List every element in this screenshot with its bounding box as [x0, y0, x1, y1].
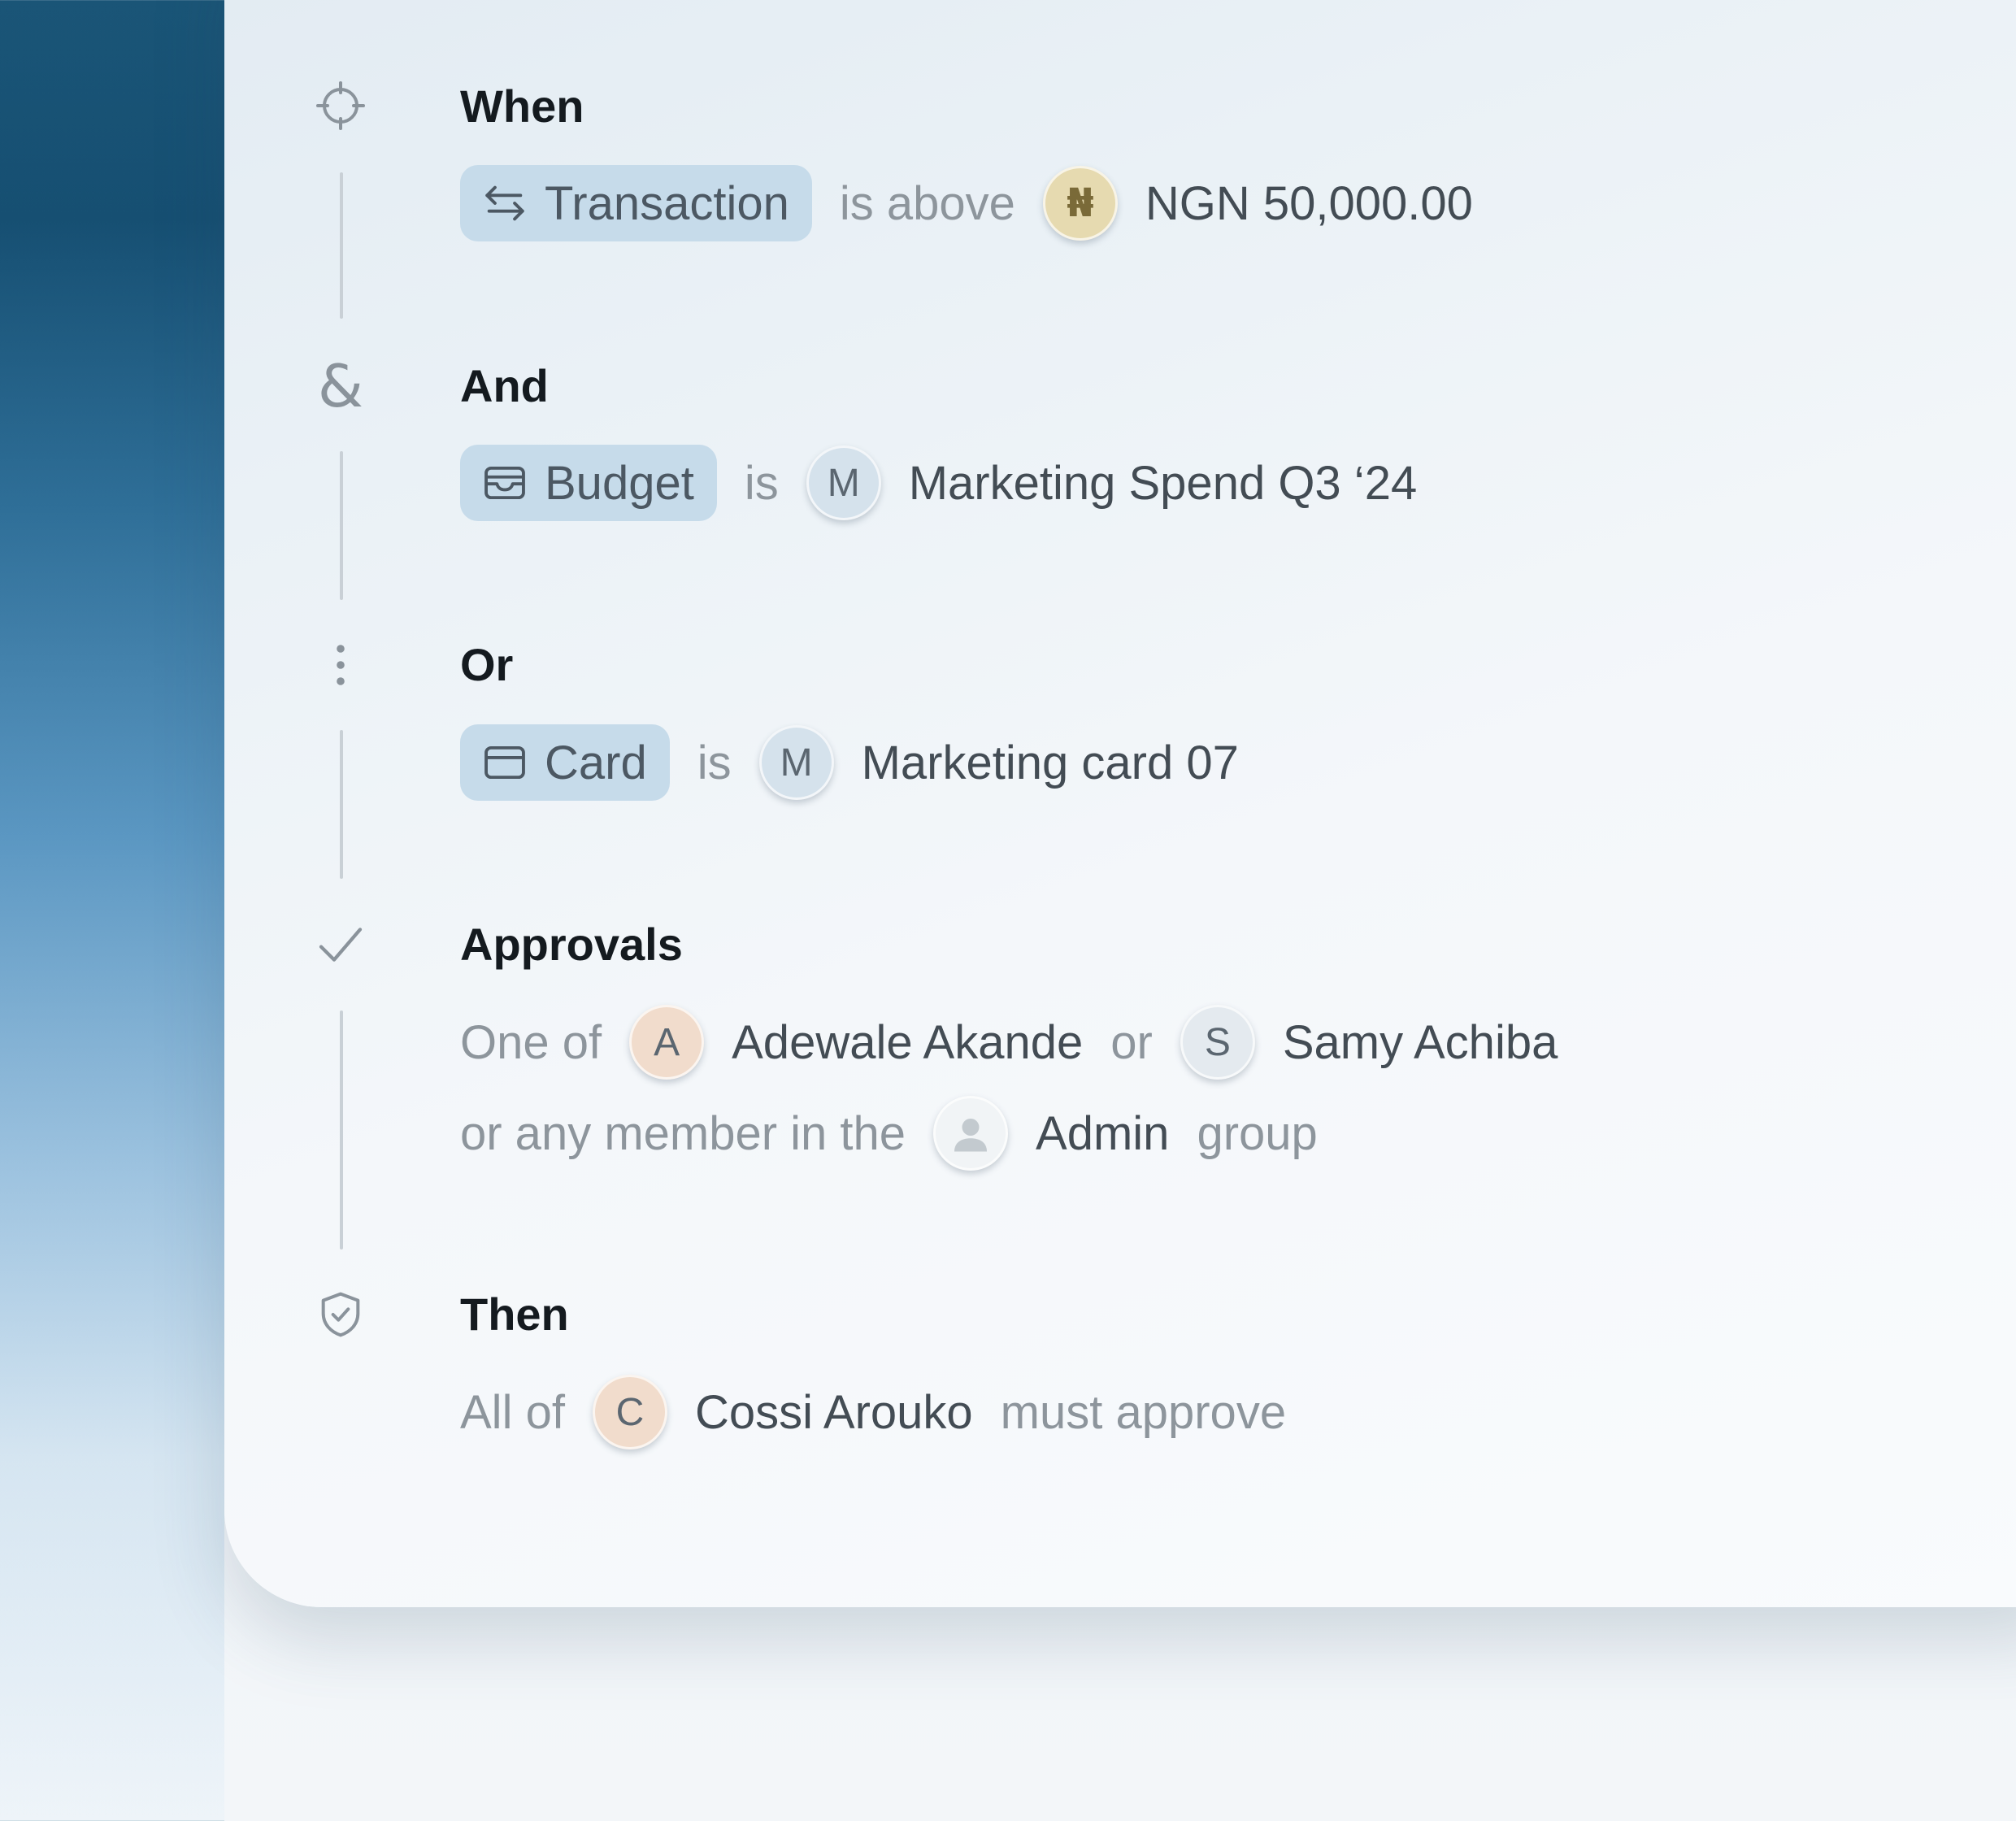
approver-name[interactable]: Cossi Arouko	[695, 1385, 973, 1440]
chip-label: Card	[545, 736, 647, 789]
timeline-connector	[340, 172, 343, 319]
joiner-text: or	[1110, 1015, 1153, 1069]
crosshair-icon	[312, 77, 369, 134]
timeline-connector	[340, 1010, 343, 1249]
naira-avatar: ₦	[1042, 166, 1118, 241]
budget-avatar: M	[806, 445, 881, 520]
operator-text: is	[697, 736, 732, 789]
card-icon	[484, 745, 525, 780]
group-name[interactable]: Admin	[1036, 1106, 1169, 1161]
and-condition-row: Budget is M Marketing Spend Q3 ‘24	[460, 444, 1417, 522]
approver-avatar: C	[592, 1375, 667, 1449]
check-icon	[312, 916, 369, 973]
chip-label: Transaction	[545, 176, 789, 230]
or-heading: Or	[460, 639, 514, 690]
approver-avatar: A	[629, 1005, 705, 1080]
approvals-heading: Approvals	[460, 919, 683, 970]
then-heading: Then	[460, 1289, 569, 1340]
transaction-chip[interactable]: Transaction	[460, 165, 812, 241]
swap-arrows-icon	[485, 185, 524, 221]
card-chip[interactable]: Card	[460, 724, 670, 801]
card-avatar: M	[758, 725, 834, 800]
timeline-connector	[340, 451, 343, 600]
then-row: All of C Cossi Arouko must approve	[460, 1373, 1314, 1451]
group-avatar	[933, 1096, 1009, 1171]
budget-chip[interactable]: Budget	[460, 445, 717, 521]
when-condition-row: Transaction is above ₦ NGN 50,000.00	[460, 164, 1473, 242]
when-heading: When	[460, 80, 584, 132]
and-heading: And	[460, 360, 549, 411]
vertical-dots-icon	[312, 637, 369, 693]
group-prefix: or any member in the	[460, 1106, 906, 1160]
operator-text: is	[744, 456, 779, 510]
approvers-row: One of A Adewale Akande or S Samy Achiba	[460, 1003, 1558, 1081]
user-icon	[954, 1119, 988, 1152]
amount-value[interactable]: NGN 50,000.00	[1145, 176, 1473, 231]
approvals-prefix: One of	[460, 1015, 602, 1069]
shield-check-icon	[312, 1286, 369, 1343]
then-suffix: must approve	[1000, 1385, 1287, 1439]
group-row: or any member in the Admin group	[460, 1094, 1345, 1172]
chip-label: Budget	[545, 456, 694, 510]
approver-avatar: S	[1180, 1005, 1255, 1080]
approver-name[interactable]: Adewale Akande	[732, 1015, 1083, 1070]
operator-text: is above	[839, 176, 1015, 230]
or-condition-row: Card is M Marketing card 07	[460, 724, 1239, 802]
group-suffix: group	[1197, 1106, 1318, 1160]
ampersand-icon: &	[317, 352, 364, 420]
budget-value[interactable]: Marketing Spend Q3 ‘24	[909, 456, 1417, 511]
card-value[interactable]: Marketing card 07	[862, 736, 1239, 790]
timeline-connector	[340, 730, 343, 879]
approver-name[interactable]: Samy Achiba	[1283, 1015, 1558, 1070]
then-prefix: All of	[460, 1385, 565, 1439]
wallet-icon	[484, 466, 525, 500]
